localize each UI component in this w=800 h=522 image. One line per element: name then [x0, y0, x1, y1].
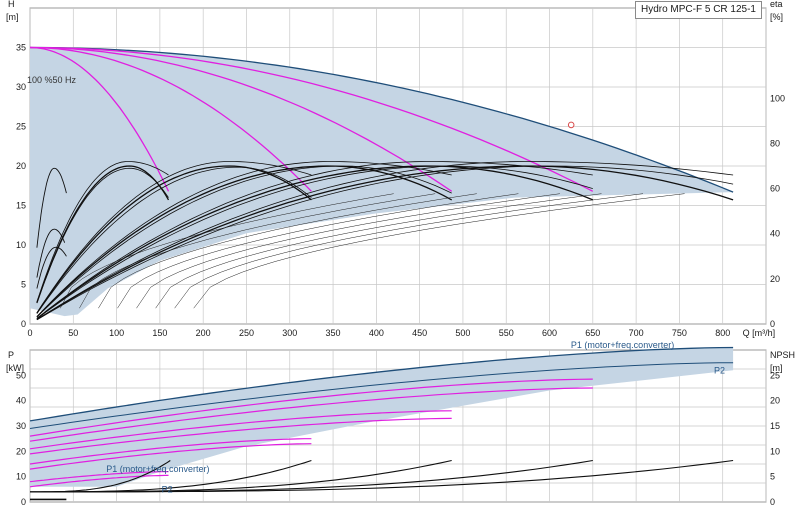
- x-tick-label: 450: [412, 328, 427, 338]
- h-axis-label: H: [8, 0, 15, 9]
- p1-label-top: P1 (motor+freq.converter): [571, 340, 674, 350]
- x-tick-label: 550: [499, 328, 514, 338]
- x-tick-label: 200: [196, 328, 211, 338]
- p-axis-unit: [kW]: [6, 363, 24, 373]
- power-left-tick-label: 20: [16, 446, 26, 456]
- eta-axis-label: eta: [770, 0, 783, 9]
- x-tick-label: 600: [542, 328, 557, 338]
- qh-left-tick-label: 15: [16, 201, 26, 211]
- qh-right-tick-label: 100: [770, 93, 785, 103]
- x-axis-label: Q [m³/h]: [743, 328, 776, 338]
- eta-axis-unit: [%]: [770, 12, 783, 22]
- x-tick-label: 150: [152, 328, 167, 338]
- qh-right-tick-label: 20: [770, 274, 780, 284]
- npsh-axis-label: NPSH: [770, 350, 795, 360]
- x-tick-label: 300: [282, 328, 297, 338]
- qh-right-tick-label: 60: [770, 184, 780, 194]
- x-tick-label: 50: [68, 328, 78, 338]
- power-left-tick-label: 10: [16, 472, 26, 482]
- qh-right-tick-label: 40: [770, 229, 780, 239]
- x-tick-label: 800: [715, 328, 730, 338]
- power-left-tick-label: 0: [21, 497, 26, 507]
- power-right-tick-label: 5: [770, 472, 775, 482]
- qh-left-tick-label: 0: [21, 319, 26, 329]
- power-left-tick-label: 30: [16, 421, 26, 431]
- pump-curve-chart: 0 5 10 15 20 25 30 35 0 20 40 60 80 100 0 10 20 30 40 50 0 5 1…: [0, 0, 800, 520]
- x-tick-label: 0: [27, 328, 32, 338]
- h-axis-unit: [m]: [6, 12, 19, 22]
- x-tick-label: 500: [455, 328, 470, 338]
- qh-right-tick-label: 80: [770, 138, 780, 148]
- qh-left-tick-label: 30: [16, 82, 26, 92]
- duty-point-marker: [567, 121, 575, 129]
- power-right-tick-label: 10: [770, 446, 780, 456]
- power-left-tick-label: 40: [16, 396, 26, 406]
- p2-label-low: P2: [162, 484, 173, 494]
- x-tick-label: 650: [585, 328, 600, 338]
- qh-left-tick-label: 25: [16, 122, 26, 132]
- x-tick-label: 100: [109, 328, 124, 338]
- power-right-tick-label: 15: [770, 421, 780, 431]
- p2-label-top: P2: [714, 365, 725, 375]
- qh-left-tick-label: 5: [21, 280, 26, 290]
- power-right-tick-label: 20: [770, 396, 780, 406]
- chart-svg: 0510152025303502040608010001020304050051…: [6, 0, 795, 507]
- x-tick-label: 250: [239, 328, 254, 338]
- x-tick-label: 750: [672, 328, 687, 338]
- speed-label: 100 %50 Hz: [27, 75, 77, 85]
- qh-left-tick-label: 35: [16, 43, 26, 53]
- p1-label-low: P1 (motor+freq.converter): [106, 464, 209, 474]
- power-right-tick-label: 0: [770, 497, 775, 507]
- x-tick-label: 400: [369, 328, 384, 338]
- qh-left-tick-label: 20: [16, 161, 26, 171]
- x-tick-label: 700: [629, 328, 644, 338]
- x-tick-label: 350: [326, 328, 341, 338]
- p-axis-label: P: [8, 350, 14, 360]
- chart-title: Hydro MPC-F 5 CR 125-1: [634, 1, 762, 19]
- npsh-axis-unit: [m]: [770, 363, 783, 373]
- qh-left-tick-label: 10: [16, 240, 26, 250]
